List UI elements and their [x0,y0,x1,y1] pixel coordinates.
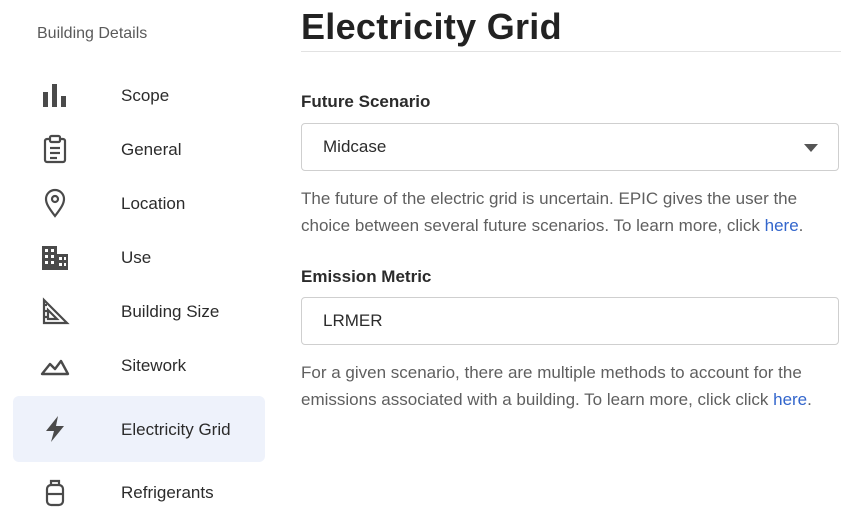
future-scenario-value: Midcase [323,137,387,156]
chevron-down-icon [804,144,818,152]
sidebar-item-refrigerants[interactable]: Refrigerants [13,465,265,519]
future-scenario-select[interactable]: Midcase [301,123,839,171]
bar-chart-icon [39,79,71,111]
emission-metric-help-text: For a given scenario, there are multiple… [301,363,802,409]
clipboard-icon [39,133,71,165]
sidebar-item-label: Location [121,193,186,213]
emission-metric-learn-more-link[interactable]: here [773,390,807,409]
sidebar-item-general[interactable]: General [13,122,265,176]
help-period: . [798,216,804,235]
future-scenario-help-text: The future of the electric grid is uncer… [301,189,798,235]
future-scenario-label: Future Scenario [301,92,431,111]
sidebar-item-label: Electricity Grid [121,419,231,439]
sidebar-item-label: Building Size [121,301,220,321]
sidebar-item-label: Sitework [121,355,187,375]
canister-icon [39,476,71,508]
sidebar-item-label: General [121,139,182,159]
set-square-icon [39,295,71,327]
emission-metric-value: LRMER [323,311,383,330]
sidebar-item-use[interactable]: Use [13,230,265,284]
lightning-icon [39,413,71,445]
emission-metric-field[interactable]: LRMER [301,297,839,345]
sidebar-item-building-size[interactable]: Building Size [13,284,265,338]
emission-metric-label: Emission Metric [301,267,432,286]
building-icon [39,241,71,273]
map-pin-icon [39,187,71,219]
sidebar-item-label: Refrigerants [121,482,214,502]
sidebar-item-location[interactable]: Location [13,176,265,230]
sidebar-item-electricity-grid[interactable]: Electricity Grid [13,396,265,462]
sidebar-item-label: Use [121,247,152,267]
page-title: Electricity Grid [301,6,562,47]
sidebar-title: Building Details [37,25,148,42]
title-divider [301,51,841,52]
future-scenario-learn-more-link[interactable]: here [765,216,799,235]
terrain-icon [39,349,71,381]
sidebar-item-scope[interactable]: Scope [13,68,265,122]
sidebar-item-sitework[interactable]: Sitework [13,338,265,392]
help-period: . [807,390,812,409]
emission-metric-help: For a given scenario, there are multiple… [301,359,841,413]
sidebar: Building Details Scope General Location … [0,0,280,519]
future-scenario-help: The future of the electric grid is uncer… [301,185,841,239]
sidebar-item-label: Scope [121,85,170,105]
